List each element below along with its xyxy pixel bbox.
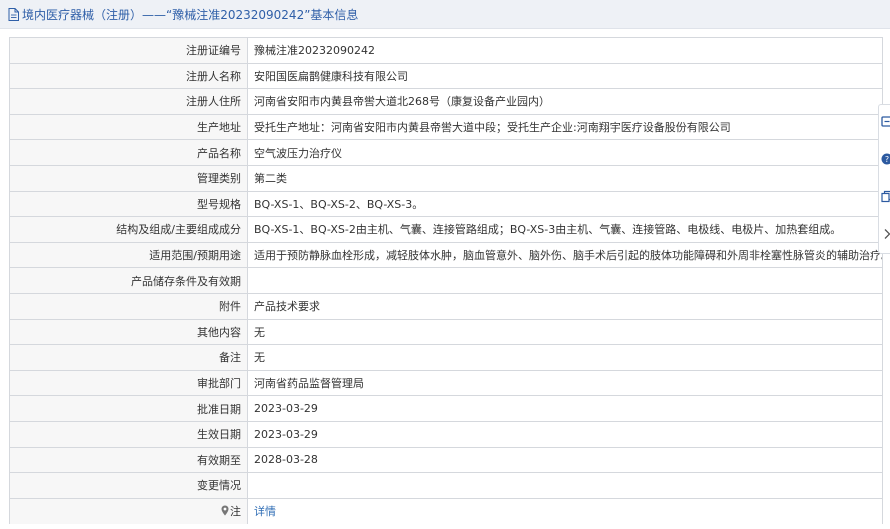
field-label: 审批部门: [9, 369, 248, 397]
field-value: 豫械注准20232090242: [247, 37, 883, 64]
chevron-right-icon[interactable]: [881, 227, 890, 241]
note-label: 注: [230, 505, 241, 519]
table-row: 附件 产品技术要求: [9, 292, 883, 320]
table-row: 审批部门 河南省药品监督管理局: [9, 369, 883, 397]
field-label: 注册证编号: [9, 37, 248, 64]
table-row: 注册人住所 河南省安阳市内黄县帝喾大道北268号（康复设备产业园内）: [9, 88, 883, 115]
field-label: 生效日期: [9, 420, 248, 448]
field-value: 河南省安阳市内黄县帝喾大道北268号（康复设备产业园内）: [247, 88, 883, 115]
document-icon: [8, 7, 19, 21]
table-row: 产品名称 空气波压力治疗仪: [9, 139, 883, 166]
field-label: 有效期至: [9, 446, 248, 474]
field-label: 注册人住所: [9, 88, 248, 115]
detail-table: 注册证编号 豫械注准20232090242 注册人名称 安阳国医扁鹊健康科技有限公司注…: [9, 37, 883, 524]
field-label: 备注: [9, 344, 248, 371]
field-value: 空气波压力治疗仪: [247, 139, 883, 166]
table-row: 结构及组成/主要组成成分 BQ-XS-1、BQ-XS-2由主机、气囊、连接管路组成…: [9, 216, 883, 243]
side-toolbar: ?: [878, 104, 890, 254]
table-row: 有效期至 2028-03-28: [9, 446, 883, 474]
field-label: 产品名称: [9, 139, 248, 166]
field-value: 安阳国医扁鹊健康科技有限公司: [247, 62, 883, 90]
field-label: 附件: [9, 292, 248, 320]
table-row: 其他内容无: [9, 318, 883, 346]
field-value: 受托生产地址：河南省安阳市内黄县帝喾大道中段；受托生产企业:河南翔宇医疗设备股份…: [247, 113, 883, 141]
field-label: 生产地址: [9, 113, 248, 141]
field-value: [247, 267, 883, 294]
field-label: 适用范围/预期用途: [9, 241, 248, 269]
map-pin-icon: [221, 505, 229, 516]
field-value: BQ-XS-1、BQ-XS-2、BQ-XS-3。: [247, 190, 883, 218]
table-row: 产品储存条件及有效期: [9, 267, 883, 294]
table-row: 注册人名称 安阳国医扁鹊健康科技有限公司: [9, 62, 883, 90]
field-value: 2023-03-29: [247, 420, 883, 448]
table-row: 管理类别 第二类: [9, 164, 883, 192]
table-row: 备注无: [9, 344, 883, 371]
table-row: 批准日期 2023-03-29: [9, 395, 883, 422]
table-row: 生效日期 2023-03-29: [9, 420, 883, 448]
field-value: 无: [247, 344, 883, 371]
svg-text:?: ?: [885, 155, 889, 164]
details-link[interactable]: 详情: [254, 505, 276, 518]
field-value: 2028-03-28: [247, 446, 883, 474]
field-value: [247, 472, 883, 499]
field-value: 无: [247, 318, 883, 346]
field-value: BQ-XS-1、BQ-XS-2由主机、气囊、连接管路组成；BQ-XS-3由主机、…: [247, 216, 883, 243]
field-label: 变更情况: [9, 472, 248, 499]
field-label: 注册人名称: [9, 62, 248, 90]
table-row: 型号规格 BQ-XS-1、BQ-XS-2、BQ-XS-3。: [9, 190, 883, 218]
table-row: 变更情况: [9, 472, 883, 499]
field-label: 其他内容: [9, 318, 248, 346]
note-label-cell: 注: [9, 497, 248, 524]
table-row: 注册证编号 豫械注准20232090242: [9, 37, 883, 64]
page-title: 境内医疗器械（注册）——“豫械注准20232090242”基本信息: [22, 7, 359, 22]
field-value: 适用于预防静脉血栓形成，减轻肢体水肿，脑血管意外、脑外伤、脑手术后引起的肢体功能…: [247, 241, 883, 269]
field-label: 批准日期: [9, 395, 248, 422]
field-value: 产品技术要求: [247, 292, 883, 320]
field-value: 河南省药品监督管理局: [247, 369, 883, 397]
help-icon[interactable]: ?: [881, 152, 890, 166]
field-label: 管理类别: [9, 164, 248, 192]
field-label: 结构及组成/主要组成成分: [9, 216, 248, 243]
table-row: 适用范围/预期用途 适用于预防静脉血栓形成，减轻肢体水肿，脑血管意外、脑外伤、脑手…: [9, 241, 883, 269]
table-row-note: 注 详情: [9, 497, 883, 524]
copy-icon[interactable]: [881, 190, 890, 204]
field-value: 2023-03-29: [247, 395, 883, 422]
field-label: 型号规格: [9, 190, 248, 218]
page-header: 境内医疗器械（注册）——“豫械注准20232090242”基本信息: [0, 0, 890, 29]
table-row: 生产地址 受托生产地址：河南省安阳市内黄县帝喾大道中段；受托生产企业:河南翔宇医疗…: [9, 113, 883, 141]
note-value-cell: 详情: [247, 497, 883, 524]
field-label: 产品储存条件及有效期: [9, 267, 248, 294]
feedback-icon[interactable]: [881, 115, 890, 129]
field-value: 第二类: [247, 164, 883, 192]
